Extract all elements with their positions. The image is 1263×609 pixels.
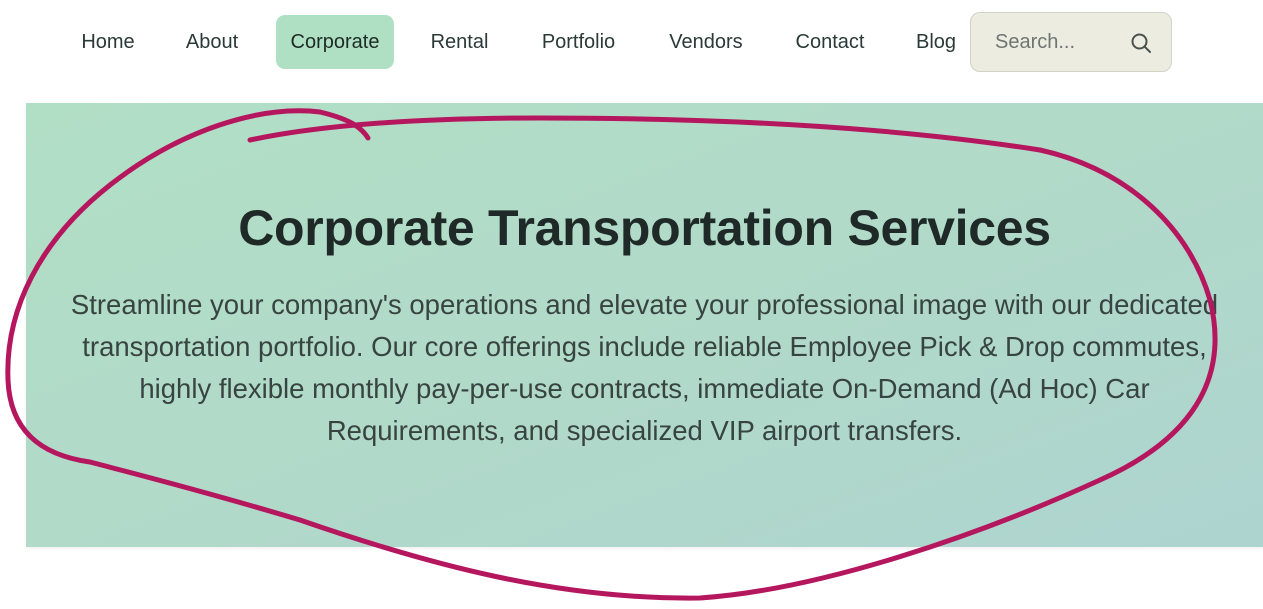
search-input[interactable]: [971, 13, 1131, 71]
hero-section: Corporate Transportation Services Stream…: [26, 103, 1263, 547]
nav-item-corporate[interactable]: Corporate: [276, 15, 394, 69]
nav-item-contact[interactable]: Contact: [780, 15, 880, 69]
nav-item-vendors[interactable]: Vendors: [654, 15, 758, 69]
main-nav: Home About Corporate Rental Portfolio Ve…: [0, 0, 1263, 84]
nav-item-portfolio[interactable]: Portfolio: [524, 15, 633, 69]
search-icon[interactable]: [1129, 31, 1153, 55]
nav-item-rental[interactable]: Rental: [416, 15, 503, 69]
nav-item-about[interactable]: About: [170, 15, 254, 69]
nav-item-home[interactable]: Home: [66, 15, 150, 69]
hero-description: Streamline your company's operations and…: [70, 289, 1219, 446]
nav-item-blog[interactable]: Blog: [902, 15, 970, 69]
hero-title: Corporate Transportation Services: [238, 200, 1051, 256]
page: Home About Corporate Rental Portfolio Ve…: [0, 0, 1263, 609]
search-box: [970, 12, 1172, 72]
